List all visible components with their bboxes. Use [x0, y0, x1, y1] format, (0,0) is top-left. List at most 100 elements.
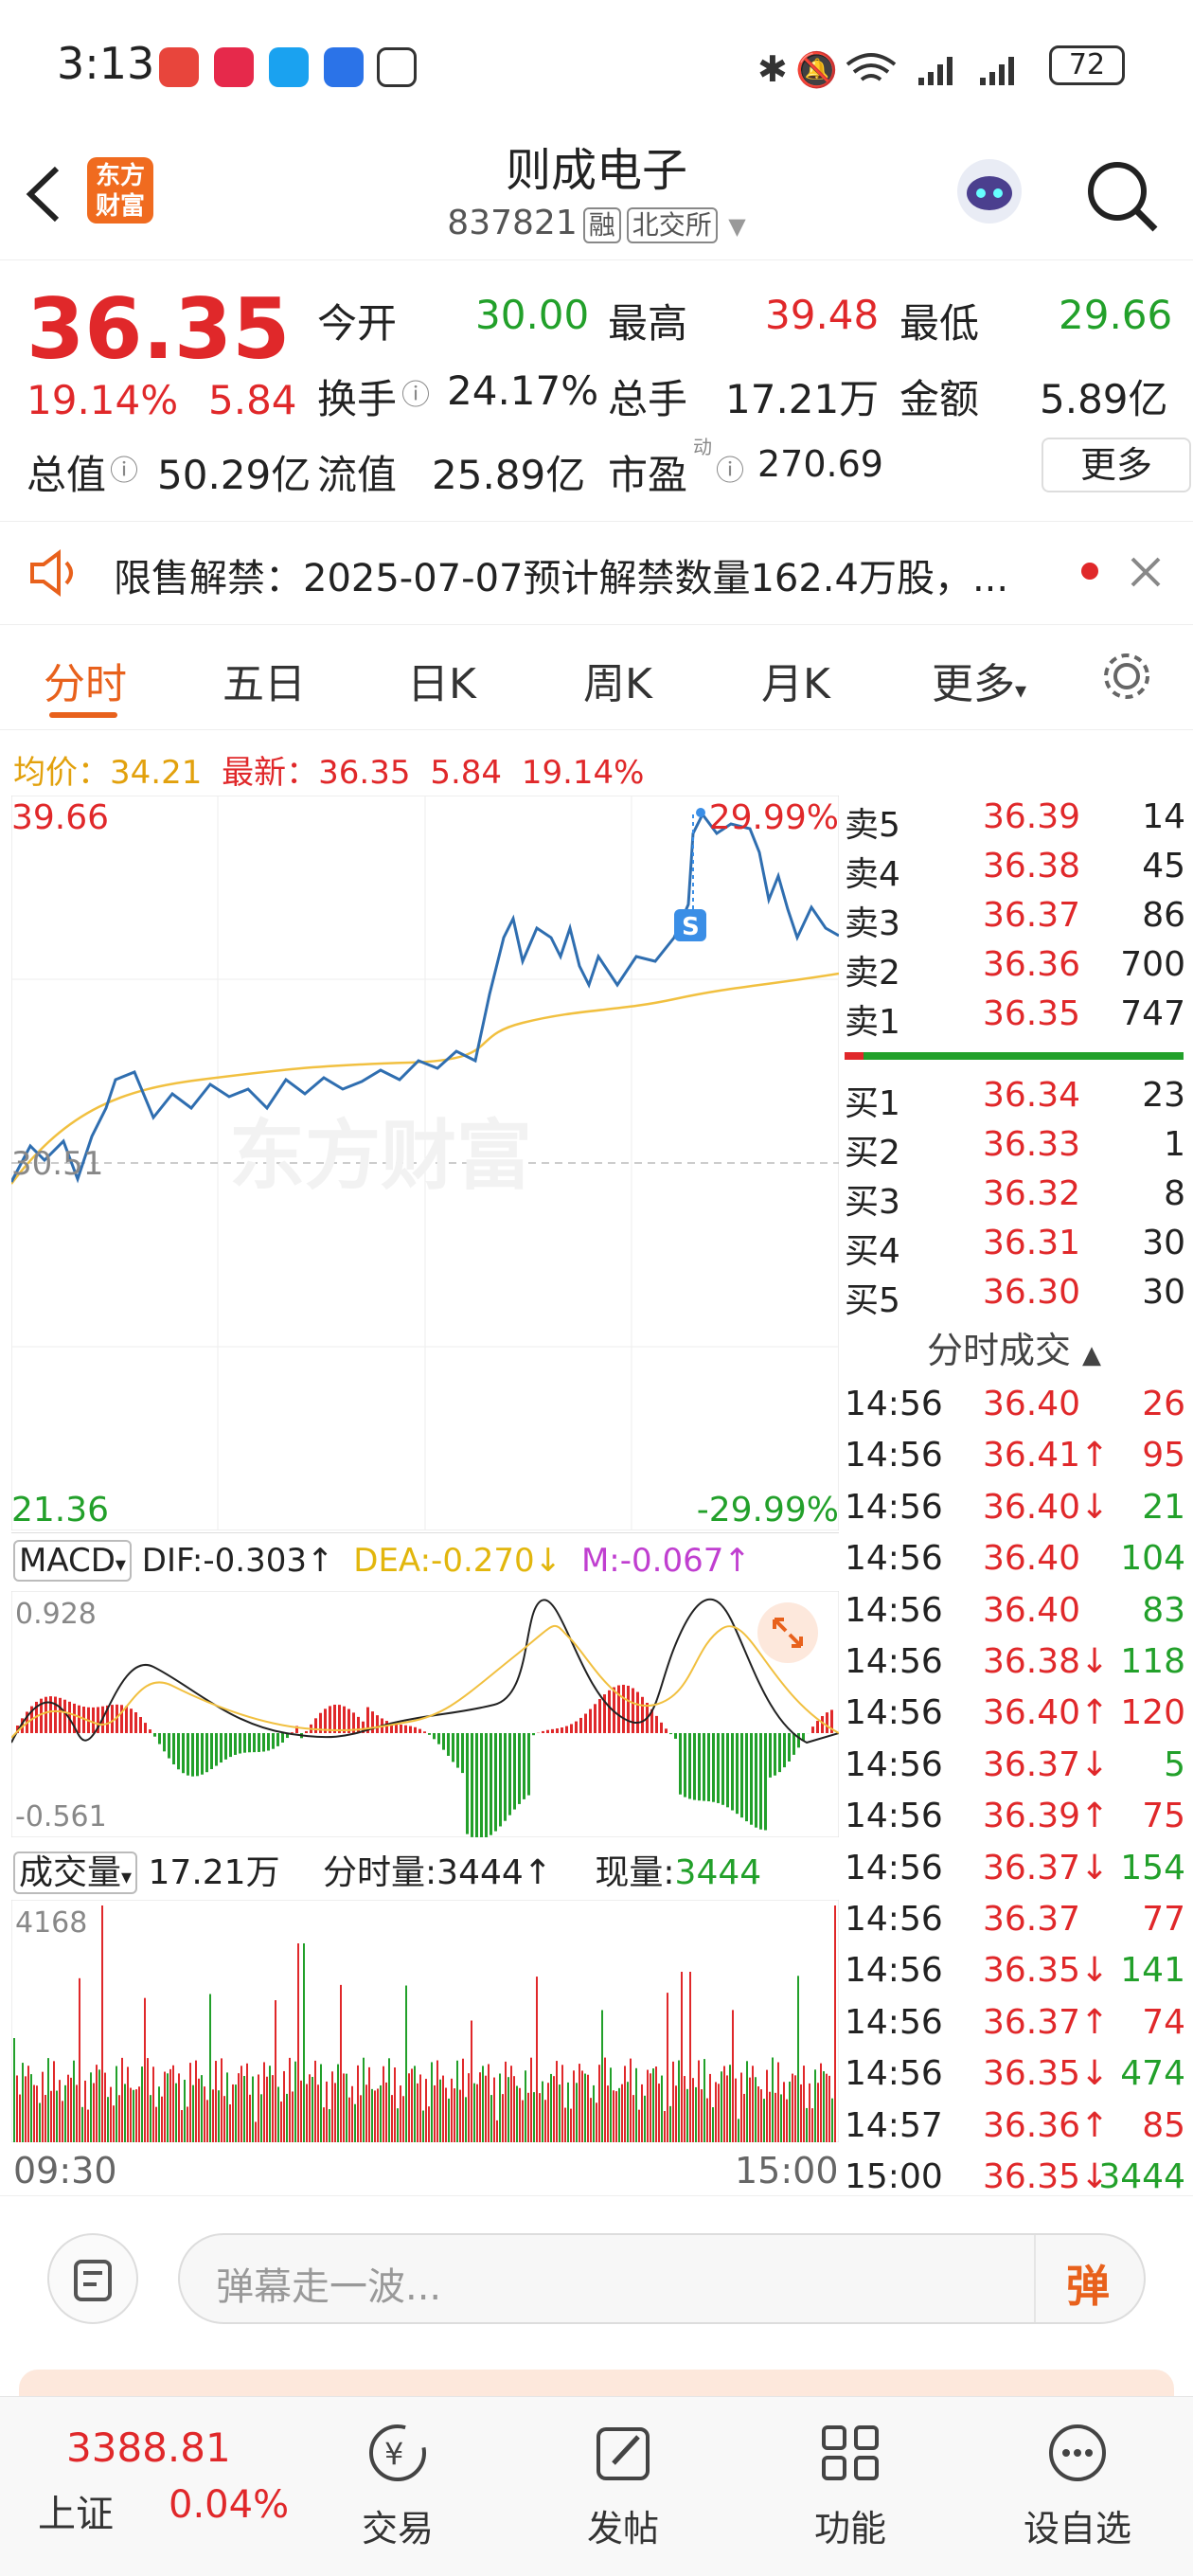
trade-volume: 104	[1120, 1539, 1185, 1579]
volume-bar	[150, 2095, 151, 2142]
macd-bar	[556, 1728, 559, 1733]
macd-bar	[570, 1724, 573, 1733]
macd-bar	[532, 1733, 535, 1736]
intraday-chart[interactable]: 东方财富 S 39.66 29.99% 30.51 21.36 -29.99%	[11, 796, 839, 1530]
trade-volume: 118	[1120, 1642, 1185, 1681]
volume-bar	[138, 2086, 140, 2142]
volume-selector[interactable]: 成交量▾	[13, 1852, 138, 1894]
volume-bar	[39, 2102, 41, 2142]
index-pct[interactable]: 0.04%	[169, 2483, 289, 2527]
volume-bar	[507, 2077, 509, 2142]
tab-intraday[interactable]: 分时	[44, 650, 127, 710]
bid-label: 买3	[845, 1183, 900, 1222]
nav-trade[interactable]: ¥ 交易	[322, 2420, 473, 2551]
volume-bar	[689, 1972, 691, 2142]
nav-add-watchlist[interactable]: 设自选	[1002, 2420, 1153, 2551]
volume-bar	[462, 2058, 464, 2142]
info-icon[interactable]: ⓘ	[401, 371, 430, 413]
volume-bar	[64, 2084, 66, 2142]
tab-weekly-k[interactable]: 周K	[583, 650, 652, 710]
search-icon[interactable]	[1079, 153, 1165, 239]
volume-bar	[800, 2084, 802, 2142]
nav-post[interactable]: 发帖	[547, 2420, 699, 2551]
volume-chart[interactable]: 4168	[11, 1900, 839, 2142]
volume-bar	[59, 2080, 61, 2142]
gear-icon[interactable]	[1098, 648, 1155, 705]
mktcap-value: 50.29亿	[157, 452, 312, 498]
macd-bar	[78, 1705, 80, 1733]
danmu-send-button[interactable]: 弹	[1066, 2252, 1110, 2315]
volume-bar	[542, 2081, 543, 2142]
trade-price: 36.40↑	[983, 1693, 1110, 1733]
volume-bar	[604, 2057, 606, 2142]
close-icon[interactable]	[1127, 553, 1165, 591]
signal-icons: ✱ 🔕	[757, 48, 1014, 90]
trade-time: 14:56	[845, 1436, 943, 1476]
tab-monthly-k[interactable]: 月K	[761, 650, 830, 710]
nav-functions[interactable]: 功能	[775, 2420, 926, 2551]
info-icon[interactable]: ⓘ	[716, 447, 744, 489]
danmu-settings-icon[interactable]	[47, 2233, 138, 2324]
trade-volume: 141	[1120, 1951, 1185, 1991]
volume-bar	[320, 2064, 322, 2142]
svg-text:S: S	[682, 913, 700, 941]
divider	[11, 1532, 839, 1533]
macd-bar	[527, 1733, 530, 1796]
chevron-up-icon: ▲	[1082, 1341, 1102, 1369]
volume-bar	[383, 2066, 384, 2142]
trades-header[interactable]: 分时成交 ▲	[845, 1321, 1184, 1373]
volume-bar	[522, 2100, 524, 2142]
robot-assistant-icon[interactable]	[947, 152, 1032, 237]
promo-banner[interactable]	[19, 2370, 1174, 2398]
tab-five-day[interactable]: 五日	[223, 650, 306, 710]
volume-bar	[482, 2066, 484, 2142]
nav-trade-label: 交易	[361, 2508, 434, 2549]
more-button[interactable]: 更多	[1042, 438, 1191, 492]
volume-bar	[635, 2067, 637, 2142]
macd-bar	[243, 1733, 246, 1753]
expand-icon[interactable]	[757, 1602, 818, 1663]
tab-more[interactable]: 更多▾	[932, 650, 1026, 710]
macd-bar	[674, 1733, 677, 1739]
bid-label: 买1	[845, 1084, 900, 1123]
macd-selector[interactable]: MACD▾	[13, 1540, 132, 1582]
macd-bar	[371, 1711, 374, 1733]
macd-bar	[248, 1733, 251, 1753]
pe-sup: 动	[693, 436, 712, 458]
info-icon[interactable]: ⓘ	[110, 447, 138, 489]
volume-bar	[36, 2085, 38, 2142]
macd-bar	[712, 1733, 715, 1802]
index-value[interactable]: 3388.81	[66, 2424, 231, 2471]
float-label: 流值	[317, 452, 398, 498]
volume-bar	[252, 2076, 254, 2142]
macd-bar	[338, 1705, 341, 1733]
volume-bar	[368, 2066, 370, 2142]
volume-bar	[388, 2058, 390, 2142]
volume-bar	[786, 2099, 788, 2142]
macd-bar	[594, 1704, 596, 1733]
volume-bar	[823, 2071, 825, 2142]
volume-bar	[527, 2092, 529, 2142]
volume-bar	[465, 2097, 467, 2142]
macd-bar	[125, 1706, 128, 1733]
macd-bar	[797, 1733, 800, 1748]
macd-chart[interactable]: 0.928 -0.561	[11, 1591, 839, 1837]
volume-bar	[550, 2073, 552, 2142]
volume-bar	[107, 2097, 109, 2142]
ask-volume: 700	[1120, 945, 1185, 984]
volume-bar	[422, 2110, 424, 2142]
tab-daily-k[interactable]: 日K	[407, 650, 476, 710]
macd-bar	[788, 1733, 791, 1762]
volume-bar	[365, 2084, 367, 2142]
ask-label: 卖3	[845, 904, 900, 943]
latest-value: 36.35	[318, 754, 411, 792]
index-name[interactable]: 上证	[38, 2483, 114, 2538]
danmu-input[interactable]: 弹幕走一波... 弹	[178, 2233, 1146, 2324]
volume-bar	[576, 2083, 578, 2142]
trade-icon: ¥	[369, 2424, 426, 2481]
trade-marker	[696, 808, 705, 817]
volume-bar	[698, 2060, 700, 2142]
open-value: 30.00	[475, 292, 590, 338]
volume-bar	[184, 2079, 186, 2142]
dropdown-icon[interactable]: ▼	[728, 213, 745, 240]
